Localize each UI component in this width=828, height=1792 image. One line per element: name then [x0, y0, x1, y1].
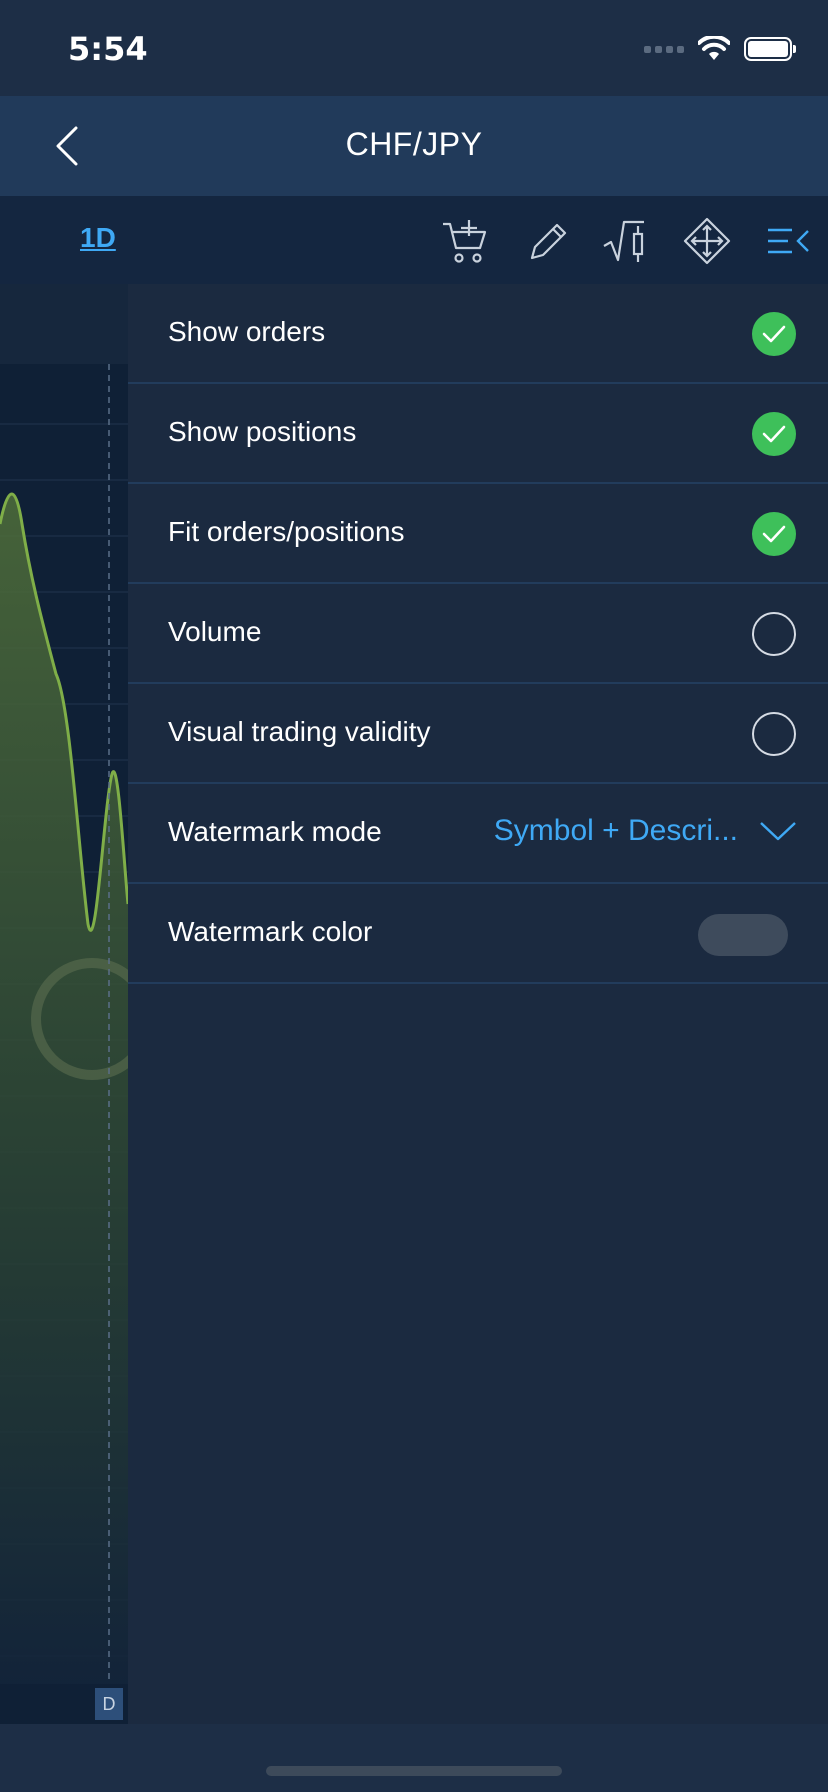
chart-type-button[interactable]	[602, 216, 652, 266]
status-icons	[644, 36, 796, 62]
time-marker-label: D	[95, 1688, 123, 1720]
draw-button[interactable]	[524, 216, 574, 266]
home-indicator[interactable]	[266, 1766, 562, 1776]
setting-label: Watermark mode	[168, 816, 382, 847]
setting-volume[interactable]: Volume	[128, 584, 828, 684]
wifi-icon	[698, 36, 730, 60]
page-title: CHF/JPY	[345, 126, 483, 162]
move-icon	[683, 217, 731, 265]
setting-watermark-mode[interactable]: Watermark mode Symbol + Descri...	[128, 784, 828, 884]
setting-label: Volume	[168, 616, 262, 647]
cart-add-icon	[443, 220, 487, 263]
setting-show-orders[interactable]: Show orders	[128, 284, 828, 384]
setting-watermark-color[interactable]: Watermark color	[128, 884, 828, 984]
candlestick-icon	[603, 220, 644, 262]
setting-fit-orders-positions[interactable]: Fit orders/positions	[128, 484, 828, 584]
setting-label: Show positions	[168, 416, 357, 447]
checkmark-icon	[762, 325, 786, 343]
timeframe-button[interactable]: 1D	[80, 222, 116, 254]
chart-settings-panel: Show orders Show positions Fit orders/po…	[128, 284, 828, 1724]
move-button[interactable]	[682, 216, 732, 266]
setting-visual-trading-validity[interactable]: Visual trading validity	[128, 684, 828, 784]
nav-bar: CHF/JPY	[0, 96, 828, 196]
add-order-button[interactable]	[440, 216, 490, 266]
chart-toolbar: 1D	[0, 196, 828, 284]
setting-label: Fit orders/positions	[168, 516, 405, 547]
watermark-mode-value: Symbol + Descri...	[493, 814, 738, 847]
battery-icon	[744, 37, 796, 61]
setting-label: Watermark color	[168, 916, 373, 947]
checkbox-unchecked[interactable]	[752, 712, 796, 756]
status-time: 5:54	[68, 30, 148, 68]
checkbox-checked[interactable]	[752, 512, 796, 556]
home-indicator-area	[0, 1724, 828, 1792]
chart-canvas	[0, 364, 128, 1724]
status-bar: 5:54	[0, 0, 828, 96]
checkmark-icon	[762, 425, 786, 443]
pencil-icon	[530, 223, 567, 260]
setting-label: Show orders	[168, 316, 326, 347]
watermark-mode-dropdown[interactable]: Symbol + Descri...	[494, 814, 798, 848]
checkmark-icon	[762, 525, 786, 543]
checkbox-checked[interactable]	[752, 312, 796, 356]
chevron-down-icon	[760, 822, 796, 841]
cellular-signal-icon	[644, 45, 684, 53]
setting-show-positions[interactable]: Show positions	[128, 384, 828, 484]
chart-settings-button[interactable]	[762, 216, 812, 266]
checkbox-unchecked[interactable]	[752, 612, 796, 656]
price-chart[interactable]	[0, 284, 128, 1724]
watermark-color-swatch[interactable]	[698, 914, 788, 956]
setting-label: Visual trading validity	[168, 716, 431, 747]
settings-menu-icon	[768, 228, 809, 254]
checkbox-checked[interactable]	[752, 412, 796, 456]
